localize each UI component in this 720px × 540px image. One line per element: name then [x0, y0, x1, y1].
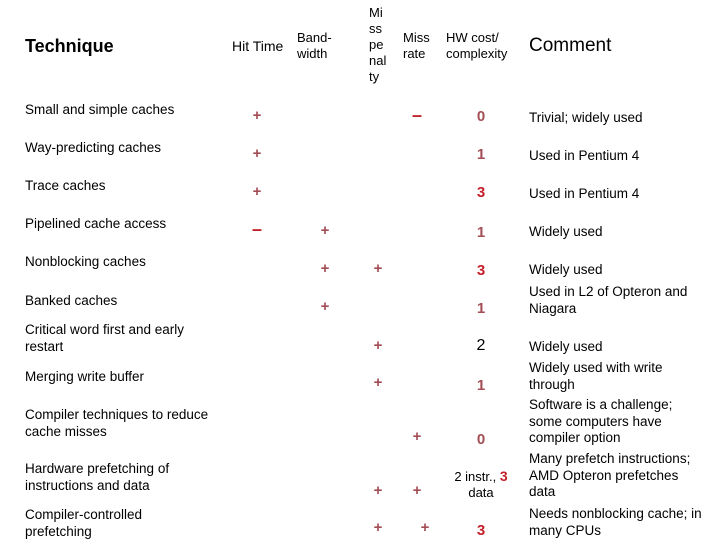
- hw-cost-value: 1: [476, 224, 486, 241]
- hw-cost-value: 1: [476, 146, 486, 163]
- hw-cost-value: 0: [476, 108, 486, 125]
- hw-cost-prefix: 2 instr.,: [454, 469, 500, 484]
- comment-cell: Widely used: [529, 224, 603, 239]
- header-hit-time: Hit Time: [232, 38, 284, 54]
- hw-cost-value: 3: [476, 522, 486, 539]
- miss-rate-plus: +: [412, 482, 422, 499]
- header-bandwidth: Band- width: [297, 30, 332, 61]
- comment-cell: Many prefetch instructions; AMD Opteron …: [529, 451, 691, 499]
- hit-time-plus: +: [252, 145, 262, 162]
- miss-penalty-plus: +: [373, 482, 383, 499]
- technique-cell: Banked caches: [25, 293, 118, 308]
- miss-rate-minus: –: [411, 105, 422, 125]
- comment-cell: Widely used with write through: [529, 360, 663, 392]
- miss-penalty-plus: +: [373, 260, 383, 277]
- hw-cost-suffix: data: [468, 485, 494, 500]
- hit-time-plus: +: [252, 107, 262, 124]
- comment-cell: Software is a challenge; some computers …: [529, 397, 673, 445]
- comment-cell: Trivial; widely used: [529, 110, 643, 125]
- miss-penalty-plus: +: [373, 374, 383, 391]
- comment-cell: Needs nonblocking cache; in many CPUs: [529, 506, 702, 538]
- hit-time-plus: +: [252, 183, 262, 200]
- header-miss-penalty: Mi ss pe nal ty: [369, 5, 387, 84]
- technique-cell: Critical word first and early restart: [25, 322, 185, 354]
- header-miss-rate: Miss rate: [403, 30, 430, 61]
- technique-cell: Hardware prefetching of instructions and…: [25, 461, 170, 493]
- comment-cell: Widely used: [529, 262, 603, 277]
- hw-cost-value: 2: [476, 337, 486, 354]
- miss-rate-plus: +: [420, 519, 430, 536]
- hw-cost-highlight: 3: [499, 468, 508, 484]
- miss-penalty-plus: +: [373, 519, 383, 536]
- miss-rate-plus: +: [412, 428, 422, 445]
- header-comment: Comment: [529, 35, 612, 56]
- technique-cell: Small and simple caches: [25, 102, 175, 117]
- hw-cost-value: 2 instr., 3 data: [446, 468, 516, 501]
- comment-cell: Used in Pentium 4: [529, 186, 640, 201]
- miss-penalty-plus: +: [373, 337, 383, 354]
- comment-cell: Used in L2 of Opteron and Niagara: [529, 284, 688, 316]
- bandwidth-plus: +: [320, 222, 330, 239]
- header-technique: Technique: [25, 36, 114, 56]
- technique-cell: Nonblocking caches: [25, 254, 146, 269]
- bandwidth-plus: +: [320, 260, 330, 277]
- hw-cost-value: 1: [476, 377, 486, 394]
- technique-cell: Pipelined cache access: [25, 216, 167, 231]
- hw-cost-value: 3: [476, 262, 486, 279]
- technique-cell: Compiler-controlled prefetching: [25, 507, 143, 539]
- technique-cell: Way-predicting caches: [25, 140, 162, 155]
- comment-cell: Widely used: [529, 339, 603, 354]
- hit-time-minus: –: [251, 219, 262, 239]
- bandwidth-plus: +: [320, 298, 330, 315]
- comment-cell: Used in Pentium 4: [529, 148, 640, 163]
- header-hw-cost: HW cost/ complexity: [446, 30, 508, 61]
- technique-cell: Merging write buffer: [25, 369, 145, 384]
- hw-cost-value: 1: [476, 300, 486, 317]
- hw-cost-value: 0: [476, 431, 486, 448]
- technique-cell: Trace caches: [25, 178, 106, 193]
- technique-cell: Compiler techniques to reduce cache miss…: [25, 407, 209, 439]
- hw-cost-value: 3: [476, 184, 486, 201]
